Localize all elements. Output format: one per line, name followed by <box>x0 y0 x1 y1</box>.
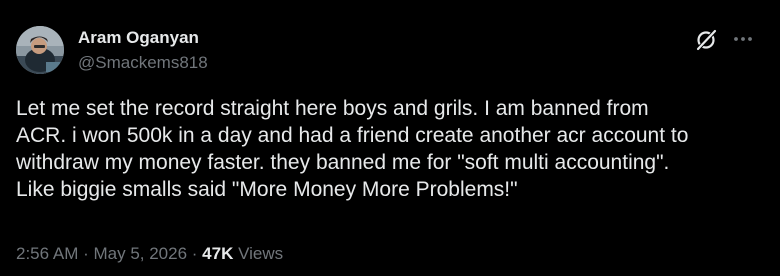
author-name[interactable]: Aram Oganyan <box>78 28 199 48</box>
tweet-text-line: withdraw my money faster. they banned me… <box>16 151 670 174</box>
meta-separator: · <box>187 244 203 263</box>
views-label: Views <box>233 244 284 263</box>
tweet-meta: 2:56 AM · May 5, 2026 · 47K Views <box>16 244 283 264</box>
meta-separator: · <box>78 244 94 263</box>
tweet-text-line: ACR. i won 500k in a day and had a frien… <box>16 124 689 147</box>
tweet-text-line: Let me set the record straight here boys… <box>16 97 649 120</box>
views-count: 47K <box>202 244 234 263</box>
tweet-time: 2:56 AM <box>16 244 79 263</box>
tweet-card: Aram Oganyan @Smackems818 Let me set the… <box>0 0 780 276</box>
tweet-text-line: Like biggie smalls said "More Money More… <box>16 178 518 201</box>
grok-icon[interactable] <box>694 26 720 52</box>
tweet-text: Let me set the record straight here boys… <box>16 95 768 203</box>
more-options-icon[interactable] <box>728 27 758 51</box>
tweet-date: May 5, 2026 <box>93 244 188 263</box>
author-handle[interactable]: @Smackems818 <box>78 53 208 73</box>
tweet-timestamp[interactable]: 2:56 AM · May 5, 2026 <box>16 244 187 263</box>
avatar-image <box>16 26 64 74</box>
avatar[interactable] <box>16 26 64 74</box>
